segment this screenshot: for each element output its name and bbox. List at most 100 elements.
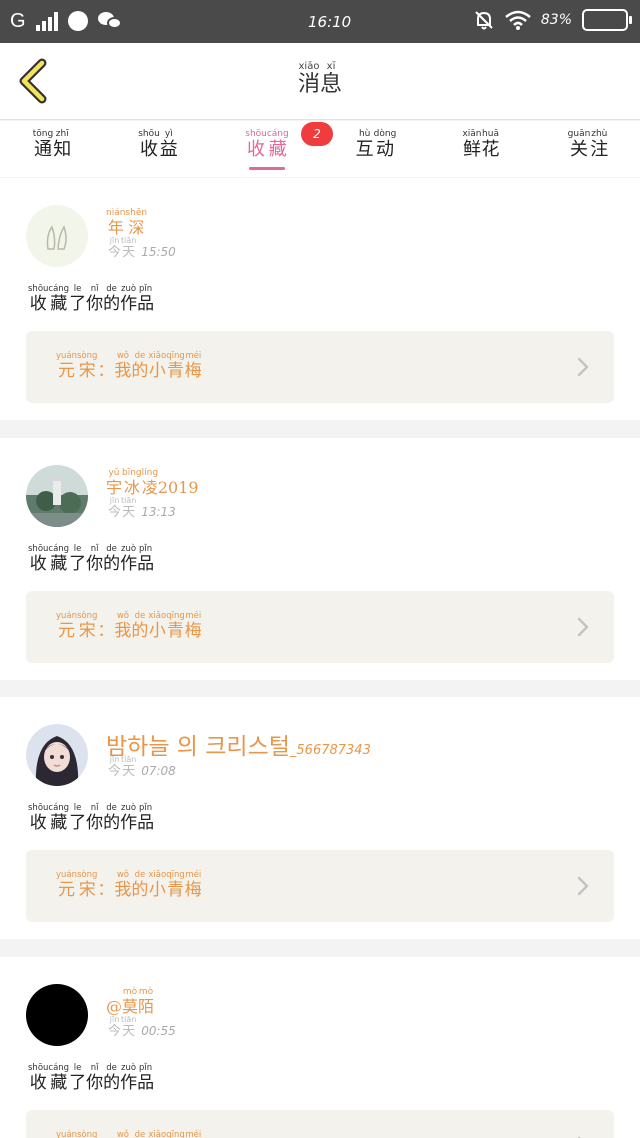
tab-3[interactable]: 互hù动dòng — [346, 129, 406, 177]
pinyin: yuán — [56, 611, 78, 621]
ruby-char: 青qīng — [166, 611, 185, 641]
work-title: 元yuán宋sòng：我wǒ的de小xiǎo青qīng梅méi — [56, 1130, 202, 1138]
ruby-char: 了le — [69, 1063, 86, 1093]
hanzi: 今 — [108, 1024, 122, 1039]
carrier-label: G — [10, 10, 26, 32]
tab-1[interactable]: 收shōu益yì — [128, 129, 188, 177]
hanzi: 作 — [120, 554, 138, 574]
pinyin: shōu — [28, 284, 49, 294]
ruby-char: 品pǐn — [137, 284, 155, 314]
active-tab-indicator — [249, 167, 285, 170]
ruby-char: 天tiān — [121, 496, 137, 520]
hanzi: 品 — [137, 554, 155, 574]
hanzi: @ — [106, 997, 122, 1016]
ruby-char: 元yuán — [56, 870, 77, 900]
user-avatar[interactable] — [26, 465, 88, 527]
time-text: 15:50 — [141, 245, 176, 259]
hanzi: 益 — [159, 139, 178, 160]
hanzi: 收 — [245, 139, 267, 160]
ruby-char: 宇yǔ — [106, 468, 122, 497]
ruby-char: ： — [97, 621, 114, 641]
ruby-char: 注zhù — [590, 129, 608, 160]
user-avatar[interactable] — [26, 984, 88, 1046]
work-link[interactable]: 元yuán宋sòng：我wǒ的de小xiǎo青qīng梅méi — [26, 1110, 614, 1138]
hanzi: 天 — [121, 245, 137, 260]
hanzi: 藏 — [48, 813, 70, 833]
hanzi: ： — [97, 880, 115, 900]
tab-4[interactable]: 鲜xiān花huā — [451, 129, 511, 177]
pinyin: nǐ — [86, 803, 104, 813]
pinyin: qīng — [166, 351, 185, 361]
pinyin: pǐn — [137, 803, 155, 813]
user-avatar[interactable] — [26, 724, 88, 786]
pinyin: xiān — [462, 129, 482, 139]
hanzi: 天 — [121, 505, 137, 520]
hanzi: 小 — [148, 621, 167, 641]
hanzi: 今 — [108, 245, 122, 260]
ruby-char: 的de — [103, 284, 121, 314]
pinyin: zuò — [120, 803, 138, 813]
ruby-char: 的de — [131, 351, 148, 381]
timestamp: 今jīn天tiān 13:13 — [108, 496, 176, 520]
status-bar-left: G — [10, 9, 122, 33]
hanzi: 梅 — [184, 361, 202, 381]
ruby-char: 收shōu — [28, 1063, 49, 1093]
pinyin: shēn — [125, 208, 148, 218]
pinyin: guān — [567, 129, 591, 139]
notification-card: 宇yǔ冰bīng凌líng2019 今jīn天tiān13:13 收shōu藏cán… — [0, 438, 640, 680]
pinyin: shōu — [138, 129, 160, 139]
pinyin: nǐ — [86, 544, 104, 554]
ruby-char: 通tōng — [32, 129, 54, 160]
ruby-char: 藏cáng — [48, 1063, 69, 1093]
work-link[interactable]: 元yuán宋sòng：我wǒ的de小xiǎo青qīng梅méi — [26, 850, 614, 922]
hanzi: 我 — [114, 621, 132, 641]
pinyin: xiǎo — [148, 611, 167, 621]
hanzi: 元 — [56, 880, 77, 900]
hanzi: 收 — [28, 1073, 49, 1093]
hanzi: 通 — [32, 139, 54, 160]
hanzi: 藏 — [266, 139, 289, 160]
hanzi: 深 — [125, 218, 148, 237]
ruby-char: 小xiǎo — [148, 611, 167, 641]
ruby-char: 的de — [103, 544, 120, 574]
battery-percent: 83% — [540, 12, 572, 28]
hanzi: 的 — [131, 621, 149, 641]
pinyin: zuò — [120, 544, 138, 554]
ruby-char: 作zuò — [120, 803, 137, 833]
pinyin: shōu — [28, 1063, 49, 1073]
tab-5[interactable]: 关guān注zhù — [558, 129, 618, 177]
action-text: 收shōu藏cáng了le你nǐ的de作zuò品pǐn — [28, 1063, 154, 1093]
ruby-char: 我wǒ — [114, 611, 132, 641]
pinyin: tiān — [121, 496, 137, 505]
ruby-char: 今jīn — [108, 496, 121, 520]
hanzi: 了 — [69, 813, 87, 833]
hanzi: 品 — [137, 294, 155, 314]
hanzi: 收 — [28, 554, 49, 574]
username-link[interactable]: @莫mò陌mò — [106, 987, 154, 1017]
pinyin: pǐn — [137, 544, 155, 554]
tab-2[interactable]: 收shōu藏cáng 2 — [237, 122, 333, 177]
work-link[interactable]: 元yuán宋sòng：我wǒ的de小xiǎo青qīng梅méi — [26, 331, 614, 403]
action-text: 收shōu藏cáng了le你nǐ的de作zuò品pǐn — [28, 803, 154, 833]
ruby-char: 藏cáng — [48, 284, 69, 314]
pinyin: le — [69, 803, 87, 813]
time-text: 13:13 — [141, 505, 176, 519]
username-link[interactable]: 宇yǔ冰bīng凌líng2019 — [106, 468, 199, 498]
hanzi: 的 — [103, 294, 121, 314]
pinyin: de — [131, 1130, 149, 1138]
ruby-char: 藏cáng — [266, 129, 289, 160]
ruby-char: 作zuò — [120, 284, 137, 314]
username-link[interactable]: 年nián深shēn — [106, 208, 147, 238]
hanzi: 元 — [56, 621, 77, 641]
hanzi: 的 — [103, 813, 121, 833]
tab-0[interactable]: 通tōng知zhī — [22, 129, 82, 177]
user-avatar[interactable] — [26, 205, 88, 267]
pinyin: pǐn — [137, 284, 155, 294]
pinyin: wǒ — [114, 1130, 132, 1138]
hanzi: 关 — [567, 139, 591, 160]
pinyin: sòng — [77, 351, 98, 361]
battery-icon — [582, 9, 632, 31]
hanzi: 天 — [121, 764, 137, 779]
work-link[interactable]: 元yuán宋sòng：我wǒ的de小xiǎo青qīng梅méi — [26, 591, 614, 663]
ruby-char: 收shōu — [28, 803, 48, 833]
